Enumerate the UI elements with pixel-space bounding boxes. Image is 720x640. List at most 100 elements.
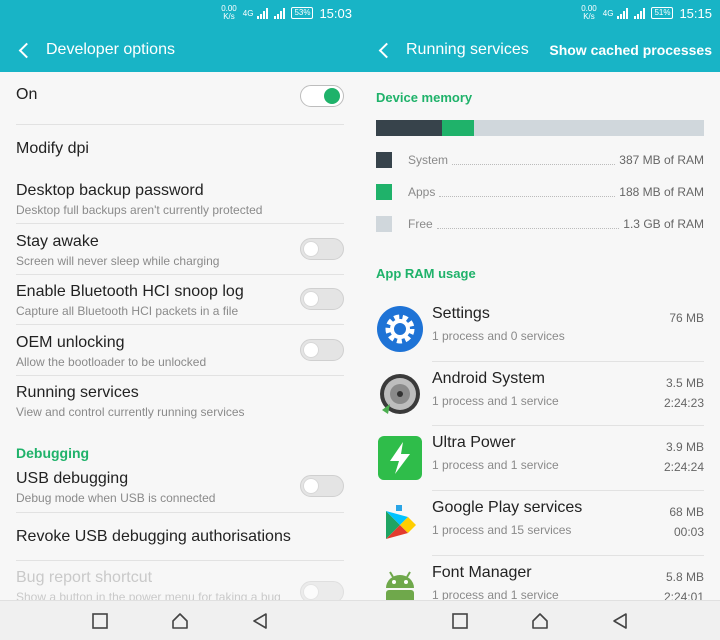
back-arrow-icon [378,42,394,58]
app-desc: 1 process and 1 service [432,588,559,600]
divider [16,375,344,376]
leader-dots [439,187,616,197]
app-size: 3.9 MB [665,440,704,454]
legend-swatch [376,184,392,200]
android-system-icon [380,374,420,414]
page-title: Running services [406,41,529,58]
item-title: Desktop backup password [16,182,204,199]
home-icon [532,612,548,629]
clock: 15:03 [319,5,352,21]
switch-knob [303,478,319,494]
item-title: Enable Bluetooth HCI snoop log [16,283,244,300]
recents-button[interactable] [440,601,480,640]
app-row-android-system[interactable]: Android System 1 process and 1 service 3… [360,362,720,426]
app-size: 3.5 MB [665,376,704,390]
item-subtitle: Capture all Bluetooth HCI packets in a f… [16,304,239,318]
app-size: 5.8 MB [665,570,704,584]
memory-bar-apps [441,120,475,136]
memory-legend-system: System 387 MB of RAM [376,150,704,170]
item-title: USB debugging [16,470,129,487]
settings-list: On Modify dpi Desktop backup password De… [0,72,360,600]
item-subtitle: Debug mode when USB is connected [16,491,216,505]
switch-knob [303,584,319,600]
device-memory-header: Device memory [376,90,473,105]
app-header: 0.00 K/s 4G 53% 15:03 Developer options [0,0,360,72]
app-name: Ultra Power [432,434,516,451]
revoke-usb-authorisations-item[interactable]: Revoke USB debugging authorisations [0,528,360,546]
battery-icon: 51% [651,7,674,19]
leader-dots [452,155,616,165]
page-title: Developer options [46,41,175,58]
item-subtitle: Show a button in the power menu for taki… [16,590,281,600]
back-button[interactable] [360,30,406,70]
speed-unit: K/s [583,12,595,21]
battery-icon: 53% [291,7,314,19]
back-button[interactable] [0,30,46,70]
square-icon [452,612,468,629]
signal-icon [617,7,629,19]
divider [16,274,344,275]
developer-options-screen: 0.00 K/s 4G 53% 15:03 Developer options … [0,0,360,640]
app-row-settings[interactable]: Settings 1 process and 0 services 76 MB [360,297,720,361]
item-title: OEM unlocking [16,334,125,351]
item-subtitle: Screen will never sleep while charging [16,254,220,268]
toolbar: Developer options [0,30,360,70]
usb-debugging-switch[interactable] [300,475,344,497]
navigation-bar [0,600,360,640]
home-button[interactable] [520,601,560,640]
divider [16,560,344,561]
back-nav-button[interactable] [240,601,280,640]
modify-dpi-item[interactable]: Modify dpi [0,140,360,158]
app-header: 0.00 K/s 4G 51% 15:15 Running services S… [360,0,720,72]
desktop-backup-password-item[interactable]: Desktop backup password Desktop full bac… [0,182,360,217]
item-title: Bug report shortcut [16,569,153,586]
back-arrow-icon [18,42,34,58]
back-nav-button[interactable] [600,601,640,640]
clock: 15:15 [679,5,712,21]
running-services-item[interactable]: Running services View and control curren… [0,384,360,419]
divider [16,124,344,125]
speed-unit: K/s [223,12,235,21]
app-row-google-play-services[interactable]: Google Play services 1 process and 15 se… [360,491,720,555]
signal-icon [634,7,646,19]
app-desc: 1 process and 15 services [432,523,572,537]
recents-button[interactable] [80,601,120,640]
stay-awake-switch[interactable] [300,238,344,260]
memory-usage-bar [376,120,704,136]
triangle-back-icon [253,612,267,629]
item-title: Running services [16,384,139,401]
legend-value: 387 MB of RAM [619,153,704,167]
square-icon [92,612,108,629]
home-button[interactable] [160,601,200,640]
master-switch-label: On [16,86,38,103]
item-subtitle: Desktop full backups aren't currently pr… [16,203,263,217]
show-cached-processes-button[interactable]: Show cached processes [549,42,720,58]
ultra-power-icon [378,436,422,480]
network-speed: 0.00 K/s [221,5,237,21]
app-time: 2:24:24 [663,460,704,474]
master-switch[interactable] [300,85,344,107]
item-title: Revoke USB debugging authorisations [16,528,291,545]
memory-legend-apps: Apps 188 MB of RAM [376,182,704,202]
item-title: Modify dpi [16,140,89,157]
item-subtitle: Allow the bootloader to be unlocked [16,355,207,369]
app-name: Font Manager [432,564,532,581]
app-time: 2:24:01 [663,590,704,600]
network-speed: 0.00 K/s [581,5,597,21]
app-row-font-manager[interactable]: Font Manager 1 process and 1 service 5.8… [360,556,720,600]
home-icon [172,612,188,629]
item-subtitle: View and control currently running servi… [16,405,245,419]
memory-legend-free: Free 1.3 GB of RAM [376,214,704,234]
oem-unlocking-switch[interactable] [300,339,344,361]
bluetooth-hci-switch[interactable] [300,288,344,310]
divider [16,324,344,325]
debugging-section-header: Debugging [16,445,90,461]
network-type: 4G [602,8,614,18]
legend-label: Apps [408,185,436,199]
divider [16,512,344,513]
app-row-ultra-power[interactable]: Ultra Power 1 process and 1 service 3.9 … [360,426,720,490]
app-ram-usage-header: App RAM usage [376,266,476,281]
switch-knob [303,342,319,358]
legend-swatch [376,216,392,232]
app-desc: 1 process and 1 service [432,394,559,408]
